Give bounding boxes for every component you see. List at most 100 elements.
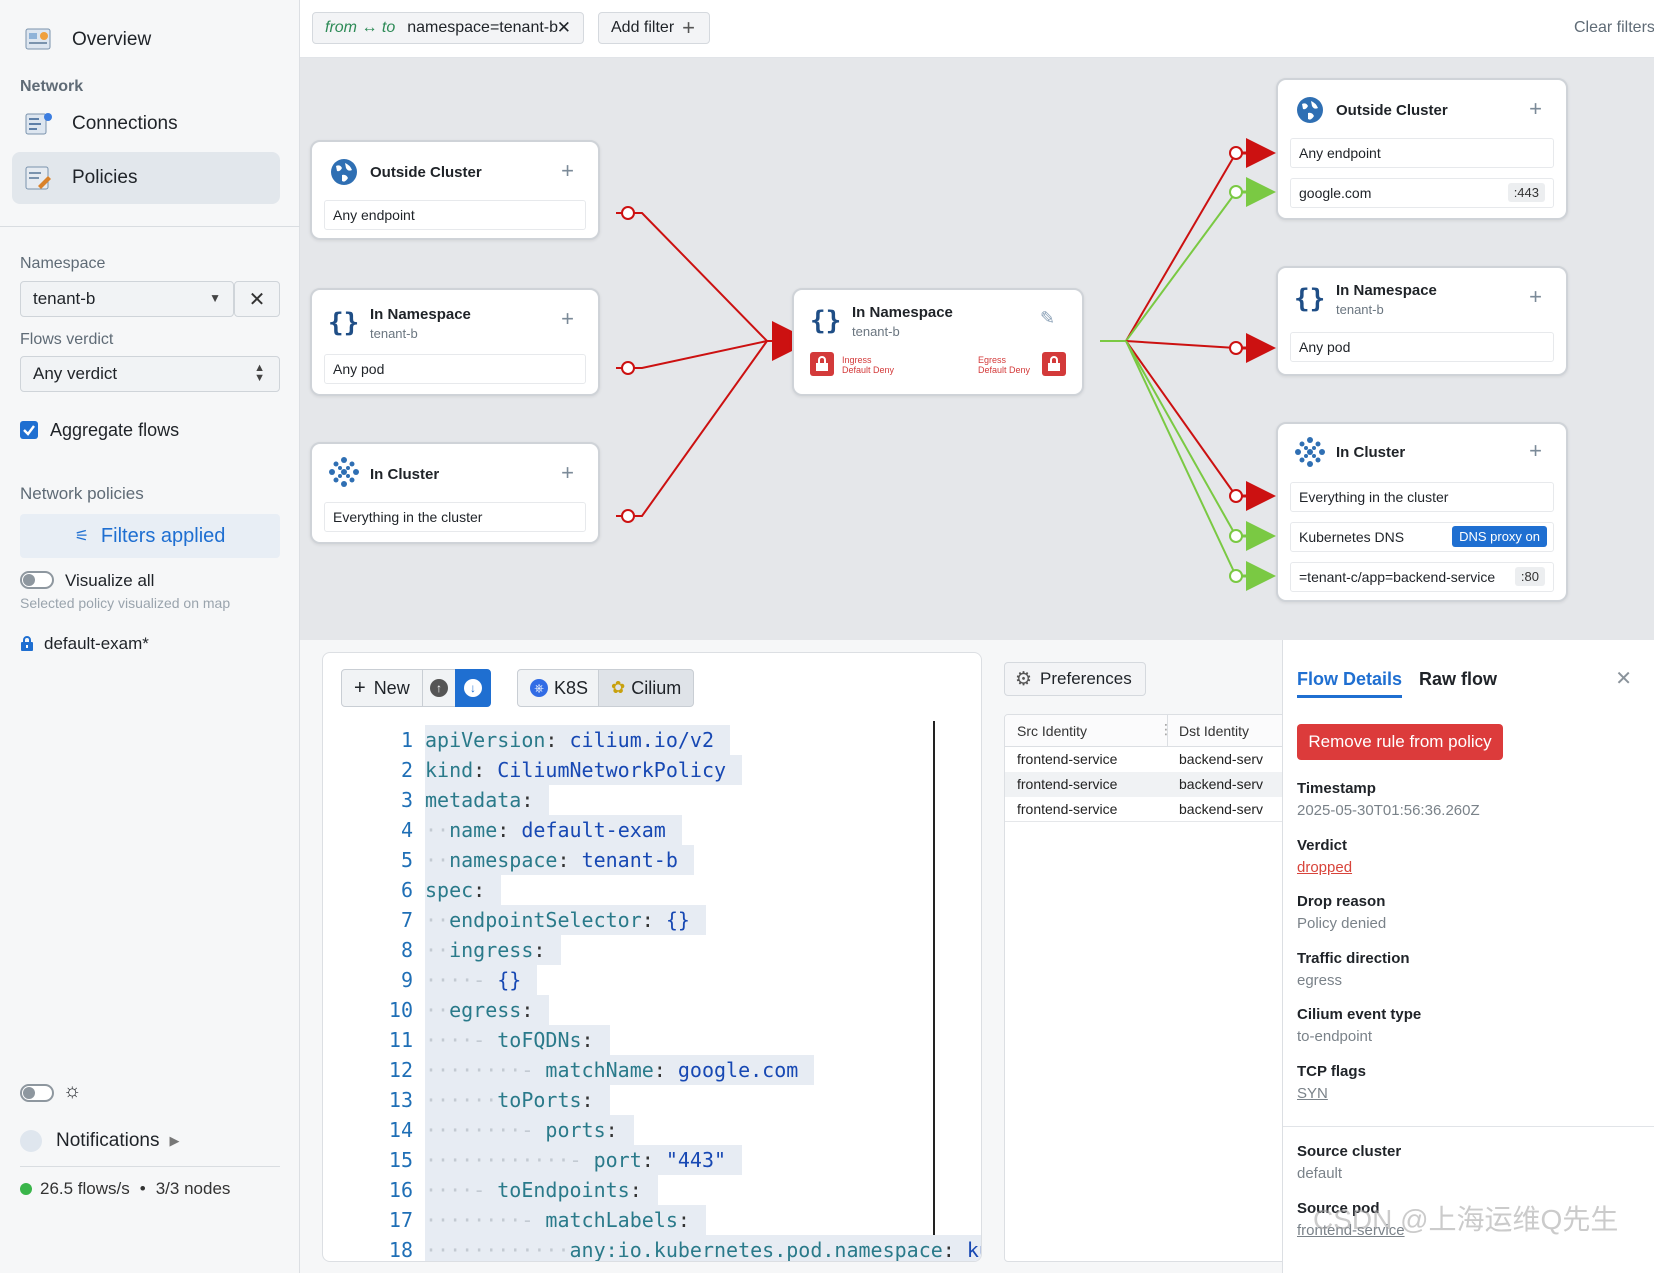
cilium-tab[interactable]: ✿ Cilium <box>598 669 694 707</box>
column-resize-handle[interactable]: ⋮ <box>1159 721 1173 738</box>
bottom-panel: + New ↑ ↓ ⎈ K8S ✿ Cilium 1 apiVersion: ci… <box>300 640 1654 1273</box>
detail-label: Verdict <box>1297 837 1348 854</box>
yaml-key: kind <box>425 758 474 782</box>
table-row[interactable]: frontend-service backend-serv <box>1005 747 1297 772</box>
detail-label: Drop reason <box>1297 893 1386 910</box>
left-card-outside-cluster[interactable]: Outside Cluster + Any endpoint <box>310 140 600 240</box>
left-card-in-namespace[interactable]: {} In Namespace tenant-b + Any pod <box>310 288 600 396</box>
add-rule-plus-icon[interactable]: + <box>561 460 574 486</box>
close-icon[interactable]: ✕ <box>1615 666 1632 691</box>
code-line: 6 spec: <box>323 875 981 905</box>
detail-label: Traffic direction <box>1297 950 1410 967</box>
yaml-value: ku <box>966 1238 981 1262</box>
namespace-filter-chip[interactable]: from ↔ to namespace=tenant-b ✕ <box>312 12 584 44</box>
add-rule-plus-icon[interactable]: + <box>1529 96 1542 122</box>
sun-icon[interactable]: ☼ <box>63 1080 81 1103</box>
nav-policies[interactable]: Policies <box>12 152 280 204</box>
theme-toggle[interactable] <box>20 1084 54 1102</box>
card-subtitle: tenant-b <box>852 324 900 339</box>
flow-details-panel: Flow Details Raw flow ✕ Remove rule from… <box>1282 640 1654 1273</box>
plus-icon: + <box>682 15 695 40</box>
service-map: Outside Cluster + Any endpoint {} In Nam… <box>300 58 1654 640</box>
indent: ····- <box>425 1178 498 1202</box>
code-line: 14 ········- ports: <box>323 1115 981 1145</box>
indent: ·· <box>425 938 450 962</box>
policy-item[interactable]: default-exam* <box>20 634 149 654</box>
clear-filters-link[interactable]: Clear filters <box>1574 19 1654 37</box>
globe-icon <box>1297 97 1323 123</box>
verdict-value[interactable]: dropped <box>1297 859 1352 876</box>
remove-rule-button[interactable]: Remove rule from policy <box>1297 724 1503 760</box>
updown-icon: ▲ ▼ <box>254 362 265 384</box>
clear-namespace-button[interactable]: ✕ <box>234 281 280 317</box>
left-card-in-cluster[interactable]: In Cluster + Everything in the cluster <box>310 442 600 544</box>
remove-filter-icon[interactable]: ✕ <box>557 18 571 38</box>
line-number: 11 <box>388 1028 413 1052</box>
download-button[interactable]: ↓ <box>455 669 491 707</box>
indent: ········- <box>425 1208 546 1232</box>
verdict-select[interactable]: Any verdict ▲ ▼ <box>20 356 280 392</box>
egress-label: Egress <box>977 355 1006 365</box>
add-filter-button[interactable]: Add filter + <box>598 12 710 44</box>
card-title: In Namespace <box>1336 282 1437 299</box>
k8s-tab[interactable]: ⎈ K8S <box>517 669 599 707</box>
line-number: 14 <box>388 1118 413 1142</box>
egress-value: Default Deny <box>977 365 1030 375</box>
filter-icon: ⚟ <box>74 528 89 545</box>
add-rule-plus-icon[interactable]: + <box>1529 438 1542 464</box>
add-filter-label: Add filter <box>611 19 675 36</box>
card-subtitle: tenant-b <box>370 326 418 341</box>
card-row: Any pod <box>324 354 586 384</box>
filters-applied-button[interactable]: ⚟ Filters applied <box>20 514 280 558</box>
code-line: 2 kind: CiliumNetworkPolicy <box>323 755 981 785</box>
ingress-status: Ingress Default Deny <box>842 355 894 375</box>
right-card-in-cluster[interactable]: In Cluster + Everything in the cluster K… <box>1276 422 1568 602</box>
tab-flow-details[interactable]: Flow Details <box>1297 669 1403 698</box>
visualize-hint: Selected policy visualized on map <box>20 595 231 611</box>
upload-button[interactable]: ↑ <box>422 669 456 707</box>
card-row: Any endpoint <box>1290 138 1554 168</box>
details-divider <box>1283 1126 1654 1127</box>
column-header-dst[interactable]: Dst Identity <box>1179 723 1249 739</box>
add-rule-plus-icon[interactable]: + <box>561 306 574 332</box>
visualize-all-toggle[interactable] <box>20 571 54 589</box>
row-text: =tenant-c/app=backend-service <box>1299 569 1496 585</box>
separator-dot: • <box>139 1179 146 1198</box>
yaml-key: ingress <box>449 938 534 962</box>
yaml-key: egress <box>449 998 522 1022</box>
braces-icon: {} <box>1294 284 1326 314</box>
row-text: google.com <box>1299 185 1372 201</box>
detail-value: Policy denied <box>1297 915 1387 932</box>
dst-cell: backend-serv <box>1179 776 1264 792</box>
indent: ·· <box>425 998 450 1022</box>
sidebar-divider <box>0 226 300 227</box>
center-card-in-namespace[interactable]: {} In Namespace tenant-b ✎ Ingress Defau… <box>792 288 1084 396</box>
tab-raw-flow[interactable]: Raw flow <box>1419 669 1497 690</box>
table-row[interactable]: frontend-service backend-serv <box>1005 772 1297 797</box>
column-header-src[interactable]: Src Identity <box>1017 723 1087 739</box>
card-row: Any endpoint <box>324 200 586 230</box>
add-rule-plus-icon[interactable]: + <box>1529 284 1542 310</box>
yaml-value: {} <box>497 968 522 992</box>
table-row[interactable]: frontend-service backend-serv <box>1005 797 1297 822</box>
yaml-key: toFQDNs <box>497 1028 582 1052</box>
tcp-flags-value[interactable]: SYN <box>1297 1085 1328 1102</box>
right-card-outside-cluster[interactable]: Outside Cluster + Any endpoint google.co… <box>1276 78 1568 220</box>
yaml-code[interactable]: 1 apiVersion: cilium.io/v2 2 kind: CiliumN… <box>323 725 981 1262</box>
code-line: 12 ········- matchName: google.com <box>323 1055 981 1085</box>
nav-overview[interactable]: Overview <box>12 14 280 66</box>
nav-connections[interactable]: Connections <box>12 98 280 150</box>
policy-name: default-exam* <box>44 634 149 653</box>
add-rule-plus-icon[interactable]: + <box>561 158 574 184</box>
right-card-in-namespace[interactable]: {} In Namespace tenant-b + Any pod <box>1276 266 1568 376</box>
watermark: CSDN @上海运维Q先生 <box>1313 1204 1619 1235</box>
edit-icon[interactable]: ✎ <box>1040 308 1060 328</box>
new-label: New <box>373 677 410 698</box>
aggregate-checkbox[interactable] <box>20 421 38 439</box>
preferences-button[interactable]: ⚙ Preferences <box>1004 662 1146 696</box>
notifications-button[interactable]: Notifications ▶ <box>20 1130 180 1152</box>
namespace-select[interactable]: tenant-b ▼ <box>20 281 234 317</box>
yaml-value: tenant-b <box>581 848 678 872</box>
new-policy-button[interactable]: + New <box>341 669 423 707</box>
filter-value: namespace=tenant-b <box>407 19 559 36</box>
